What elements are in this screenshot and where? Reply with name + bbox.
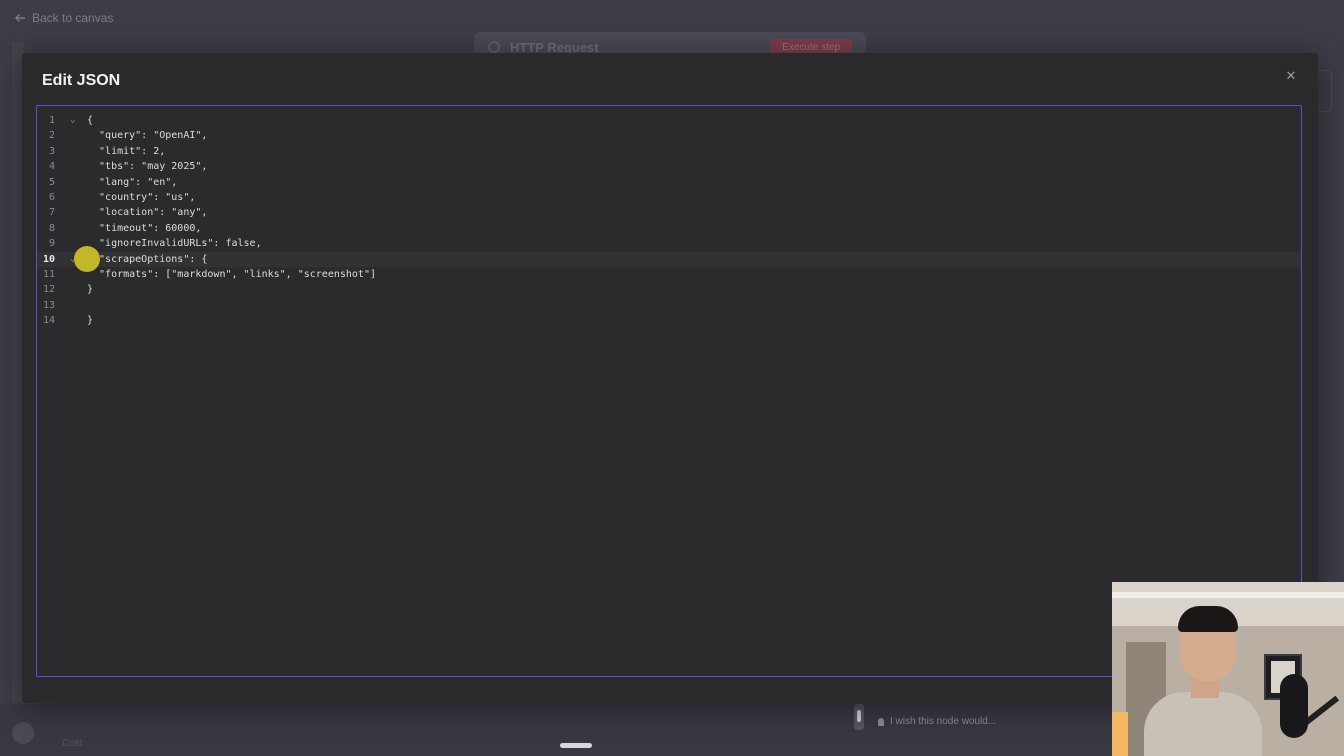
code-text: } [87,315,94,327]
feedback-placeholder: I wish this node would... [890,716,997,727]
globe-icon [488,41,500,53]
lightbulb-icon [878,717,884,726]
code-text: { [87,115,94,126]
back-to-canvas-link[interactable]: Back to canvas [14,10,113,26]
line-number: 12 [42,284,55,296]
code-line[interactable]: 1 ⌄ { [37,113,1301,128]
code-line[interactable]: 3 "limit": 2, [37,144,1301,159]
code-line[interactable]: 2 "query": "OpenAI", [37,128,1301,143]
line-number: 2 [48,130,55,142]
line-number: 10 [42,253,55,265]
code-text: "formats": ["markdown", "links", "screen… [87,269,376,280]
line-number: 3 [48,145,55,157]
code-line[interactable]: 6 "country": "us", [37,190,1301,205]
code-line[interactable]: 12} [37,282,1301,297]
fold-chevron-icon[interactable]: ⌄ [70,113,75,128]
code-text: "scrapeOptions": { [87,253,208,265]
feedback-input: I wish this node would... [878,716,996,727]
line-number: 5 [48,176,55,188]
code-line[interactable]: 8 "timeout": 60000, [37,221,1301,236]
modal-title: Edit JSON [42,72,121,89]
code-text: "lang": "en", [87,176,178,188]
back-to-canvas-label: Back to canvas [32,11,114,25]
page: Back to canvas HTTP Request Execute step… [0,0,1344,756]
code-text: "location": "any", [87,207,208,219]
code-line[interactable]: 13 [37,298,1301,313]
code-line[interactable]: 4 "tbs": "may 2025", [37,159,1301,174]
line-number: 8 [48,222,55,234]
avatar [12,722,34,744]
line-number: 7 [48,207,55,219]
code-text: "tbs": "may 2025", [87,161,208,173]
webcam-ceiling-beam [1112,592,1344,598]
cost-label: Cost [62,738,83,749]
code-text: "limit": 2, [87,145,166,157]
line-number: 6 [48,192,55,203]
code-line[interactable]: 10 ⌄ "scrapeOptions": { [37,251,1301,267]
close-icon[interactable]: ✕ [1284,69,1298,83]
mouse-cursor-highlight [74,246,100,272]
home-indicator [560,743,592,748]
webcam-person-hair [1178,606,1238,632]
line-number: 1 [48,115,55,126]
webcam-microphone [1280,674,1308,738]
line-number: 4 [48,161,55,173]
code-text: } [87,284,94,296]
line-number: 14 [42,315,55,327]
code-line[interactable]: 9 "ignoreInvalidURLs": false, [37,236,1301,251]
code-text: "country": "us", [87,192,196,203]
code-line[interactable]: 5 "lang": "en", [37,175,1301,190]
webcam-lamp [1112,712,1128,756]
code-text: "timeout": 60000, [87,222,202,234]
code-line[interactable]: 7 "location": "any", [37,205,1301,220]
line-number: 11 [42,269,55,280]
webcam-person-body [1144,692,1262,756]
webcam-overlay [1112,582,1344,756]
line-number: 9 [48,238,55,250]
code-line[interactable]: 11 "formats": ["markdown", "links", "scr… [37,267,1301,282]
arrow-left-icon [15,14,25,22]
code-text: "ignoreInvalidURLs": false, [87,238,262,250]
background-slider [854,704,864,730]
code-text: "query": "OpenAI", [87,130,208,142]
code-line[interactable]: 14} [37,313,1301,328]
line-number: 13 [42,299,55,311]
